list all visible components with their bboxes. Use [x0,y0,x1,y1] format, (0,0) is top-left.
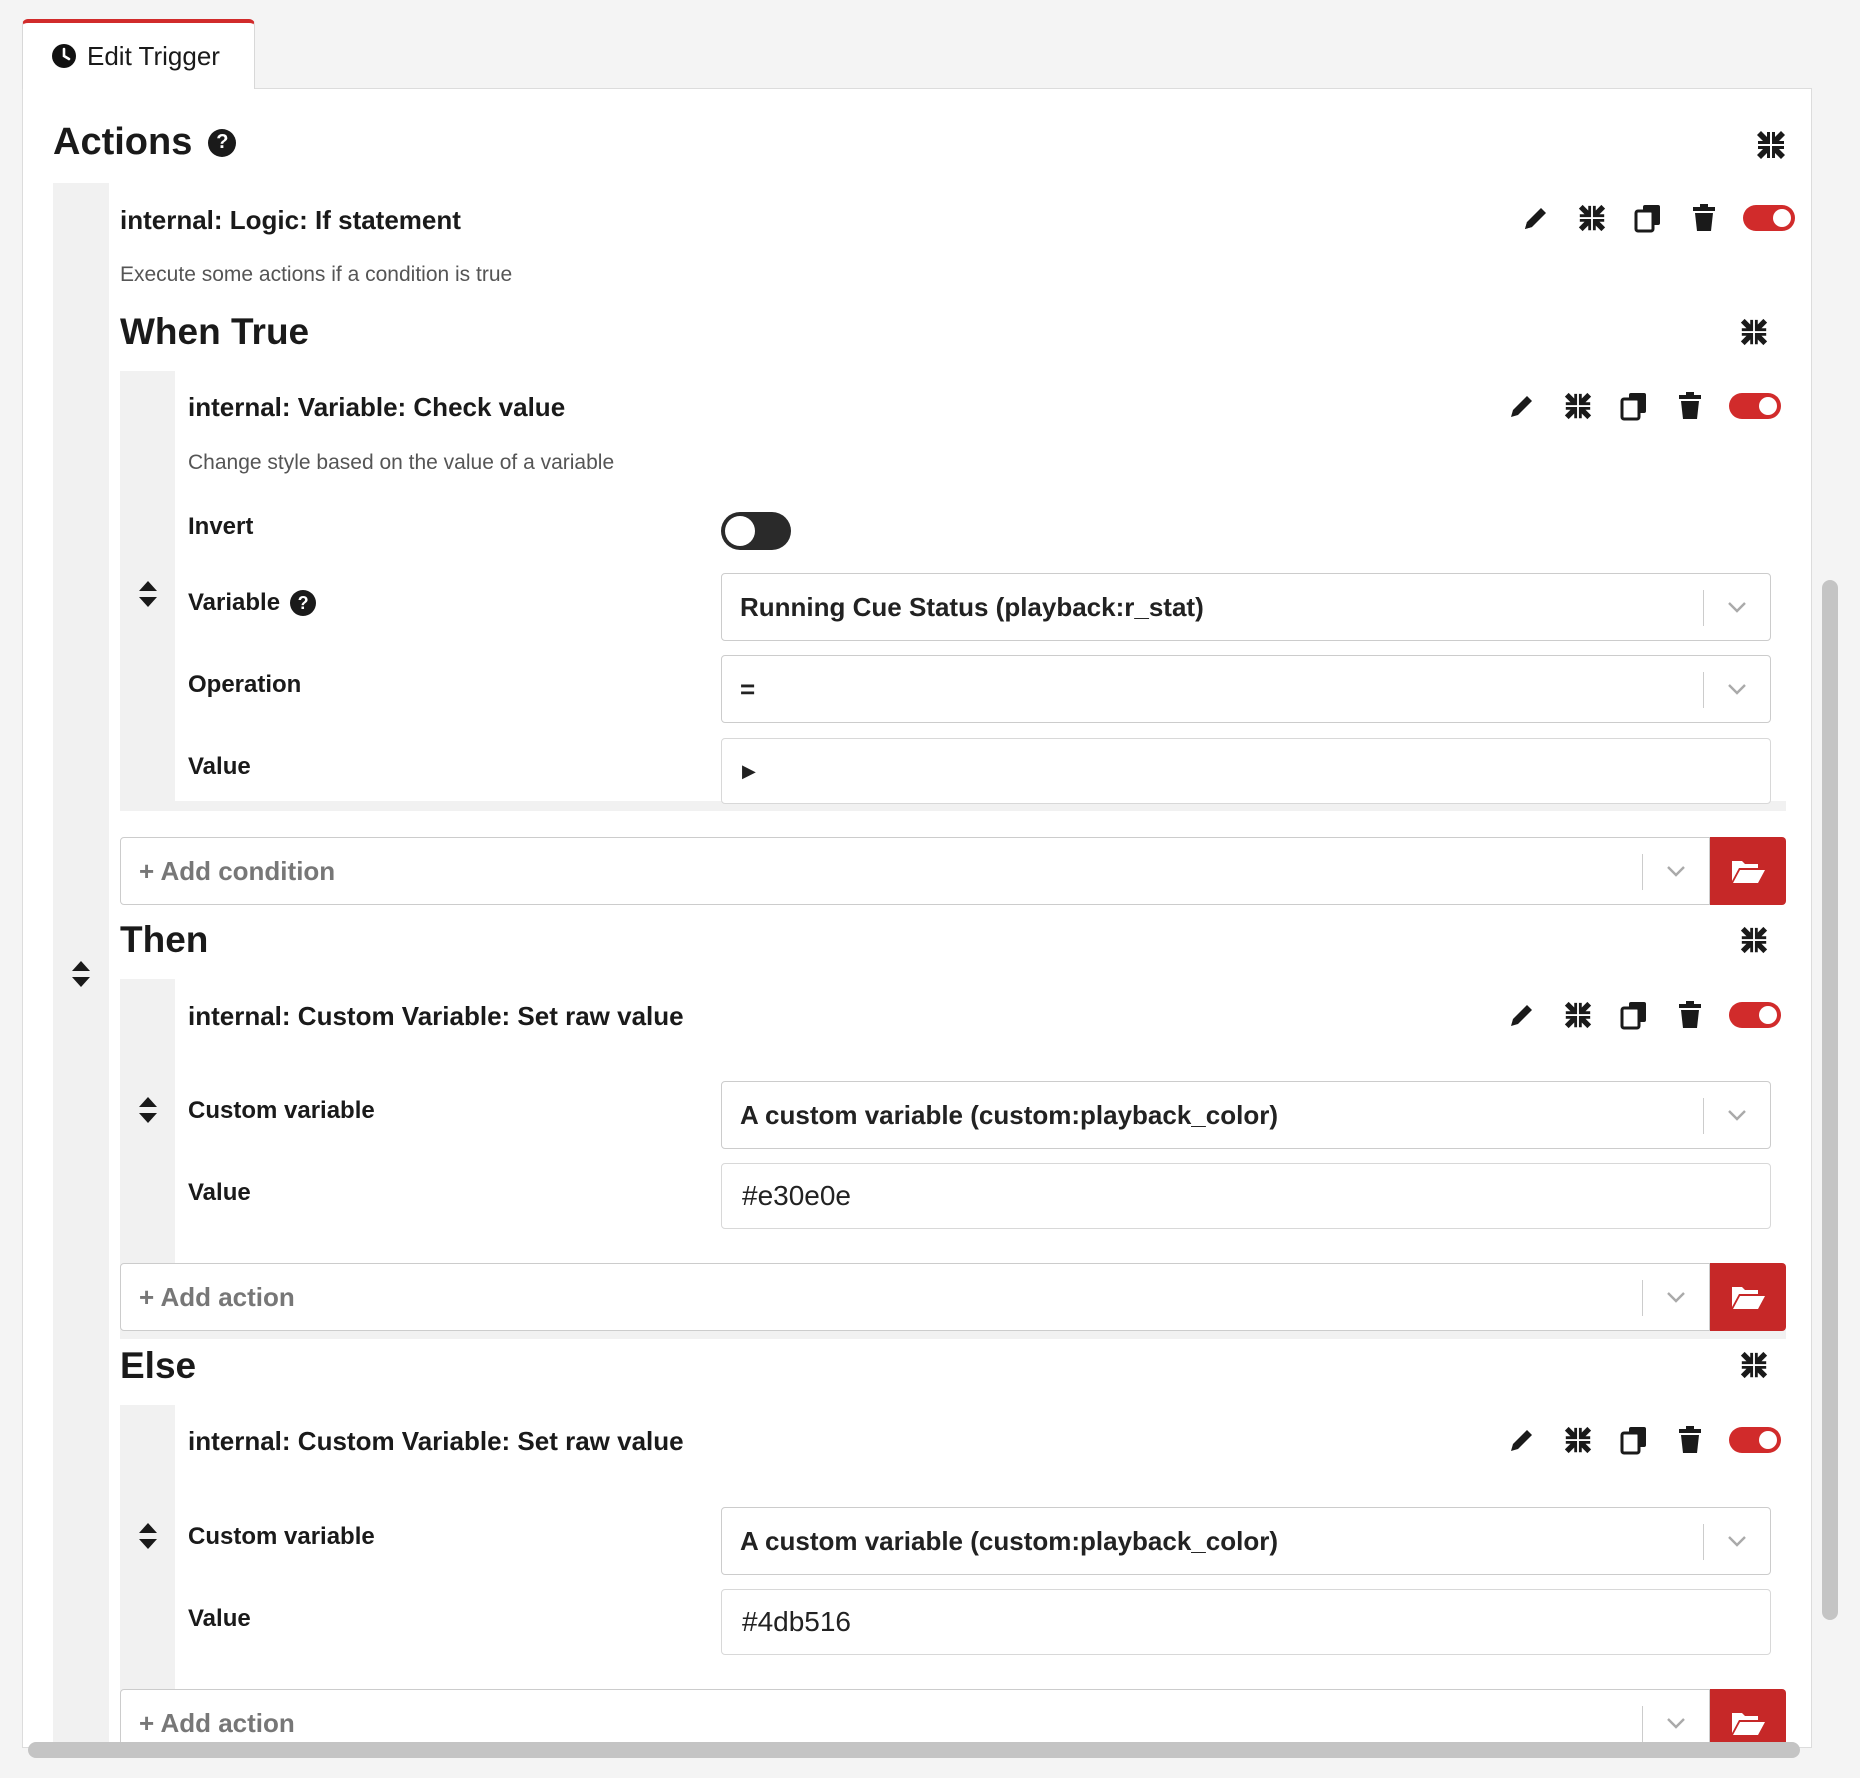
condition-enabled-toggle[interactable] [1729,393,1781,419]
select-separator [1703,590,1704,626]
value-label: Value [188,1179,251,1206]
if-action-description: Execute some actions if a condition is t… [120,263,513,286]
collapse-icon[interactable] [1561,1423,1595,1457]
invert-label: Invert [188,513,254,540]
select-separator [1642,1280,1643,1316]
actions-heading: Actions [53,121,193,163]
value-input[interactable]: #e30e0e [721,1163,1771,1229]
edit-icon[interactable] [1505,389,1539,423]
edit-icon[interactable] [1505,1423,1539,1457]
variable-select[interactable]: Running Cue Status (playback:r_stat) [721,573,1771,641]
operation-label: Operation [188,671,302,698]
collapse-then-icon[interactable] [1739,925,1769,955]
select-separator [1703,1524,1704,1560]
custom-variable-select-value: A custom variable (custom:playback_color… [740,1099,1278,1130]
if-action-toolbar [1519,201,1795,235]
drag-handle-icon[interactable] [70,959,92,989]
drag-handle-icon[interactable] [137,579,159,609]
chevron-down-icon[interactable] [1726,1104,1748,1126]
add-action-select[interactable]: + Add action [120,1263,1710,1331]
custom-variable-select[interactable]: A custom variable (custom:playback_color… [721,1507,1771,1575]
custom-variable-select-value: A custom variable (custom:playback_color… [740,1525,1278,1556]
add-condition-label: + Add condition [139,855,336,886]
chevron-down-icon[interactable] [1726,1530,1748,1552]
add-action-label: + Add action [139,1707,295,1738]
condition-description: Change style based on the value of a var… [188,451,615,474]
copy-icon[interactable] [1631,201,1665,235]
value-label: Value [188,753,251,780]
browse-presets-button[interactable] [1710,1689,1786,1747]
tab-label: Edit Trigger [87,40,220,71]
custom-variable-label: Custom variable [188,1523,375,1550]
trash-icon[interactable] [1687,201,1721,235]
if-enabled-toggle[interactable] [1743,205,1795,231]
select-separator [1703,1098,1704,1134]
chevron-down-icon[interactable] [1665,860,1687,882]
value-input[interactable]: #4db516 [721,1589,1771,1655]
folder-open-icon [1730,1283,1766,1311]
collapse-all-icon[interactable] [1755,129,1787,161]
condition-toolbar [1505,389,1781,423]
else-action-toolbar [1505,1423,1781,1457]
operation-select-value: = [740,673,756,704]
collapse-when-true-icon[interactable] [1739,317,1769,347]
collapse-icon[interactable] [1575,201,1609,235]
edit-icon[interactable] [1519,201,1553,235]
select-separator [1642,1706,1643,1742]
then-heading: Then [120,919,209,960]
else-action-title: internal: Custom Variable: Set raw value [188,1426,684,1456]
drag-handle-icon[interactable] [137,1095,159,1125]
chevron-down-icon[interactable] [1665,1712,1687,1734]
custom-variable-select[interactable]: A custom variable (custom:playback_color… [721,1081,1771,1149]
edit-icon[interactable] [1505,998,1539,1032]
help-icon[interactable]: ? [290,590,317,616]
then-action-toolbar [1505,998,1781,1032]
collapse-icon[interactable] [1561,998,1595,1032]
select-separator [1703,672,1704,708]
horizontal-scrollbar[interactable] [28,1742,1800,1758]
collapse-else-icon[interactable] [1739,1350,1769,1380]
copy-icon[interactable] [1617,1423,1651,1457]
else-heading: Else [120,1345,197,1386]
trigger-panel: Actions ? internal: Logic: If statement … [22,88,1812,1748]
help-icon[interactable]: ? [208,128,237,157]
browse-presets-button[interactable] [1710,1263,1786,1331]
folder-open-icon [1730,857,1766,885]
add-condition-select[interactable]: + Add condition [120,837,1710,905]
folder-open-icon [1730,1709,1766,1737]
then-action-enabled-toggle[interactable] [1729,1002,1781,1028]
vertical-scrollbar[interactable] [1822,580,1838,1620]
add-action-select[interactable]: + Add action [120,1689,1710,1747]
condition-title: internal: Variable: Check value [188,392,566,422]
operation-select[interactable]: = [721,655,1771,723]
else-action-enabled-toggle[interactable] [1729,1427,1781,1453]
collapse-icon[interactable] [1561,389,1595,423]
copy-icon[interactable] [1617,389,1651,423]
browse-presets-button[interactable] [1710,837,1786,905]
chevron-down-icon[interactable] [1665,1286,1687,1308]
trash-icon[interactable] [1673,1423,1707,1457]
add-action-label: + Add action [139,1281,295,1312]
custom-variable-label: Custom variable [188,1097,375,1124]
trash-icon[interactable] [1673,389,1707,423]
section-title: Actions ? [53,121,237,164]
value-input[interactable]: ▶ [721,738,1771,804]
clock-icon [51,43,77,69]
select-separator [1642,854,1643,890]
copy-icon[interactable] [1617,998,1651,1032]
trash-icon[interactable] [1673,998,1707,1032]
variable-label: Variable [188,589,281,616]
variable-select-value: Running Cue Status (playback:r_stat) [740,591,1204,622]
chevron-down-icon[interactable] [1726,678,1748,700]
variable-label-row: Variable ? [188,589,317,617]
when-true-heading: When True [120,311,310,352]
chevron-down-icon[interactable] [1726,596,1748,618]
value-label: Value [188,1605,251,1632]
if-action-title: internal: Logic: If statement [120,205,461,235]
drag-handle-icon[interactable] [137,1521,159,1551]
invert-toggle[interactable] [721,512,791,550]
tab-edit-trigger[interactable]: Edit Trigger [22,19,255,89]
then-action-title: internal: Custom Variable: Set raw value [188,1001,684,1031]
